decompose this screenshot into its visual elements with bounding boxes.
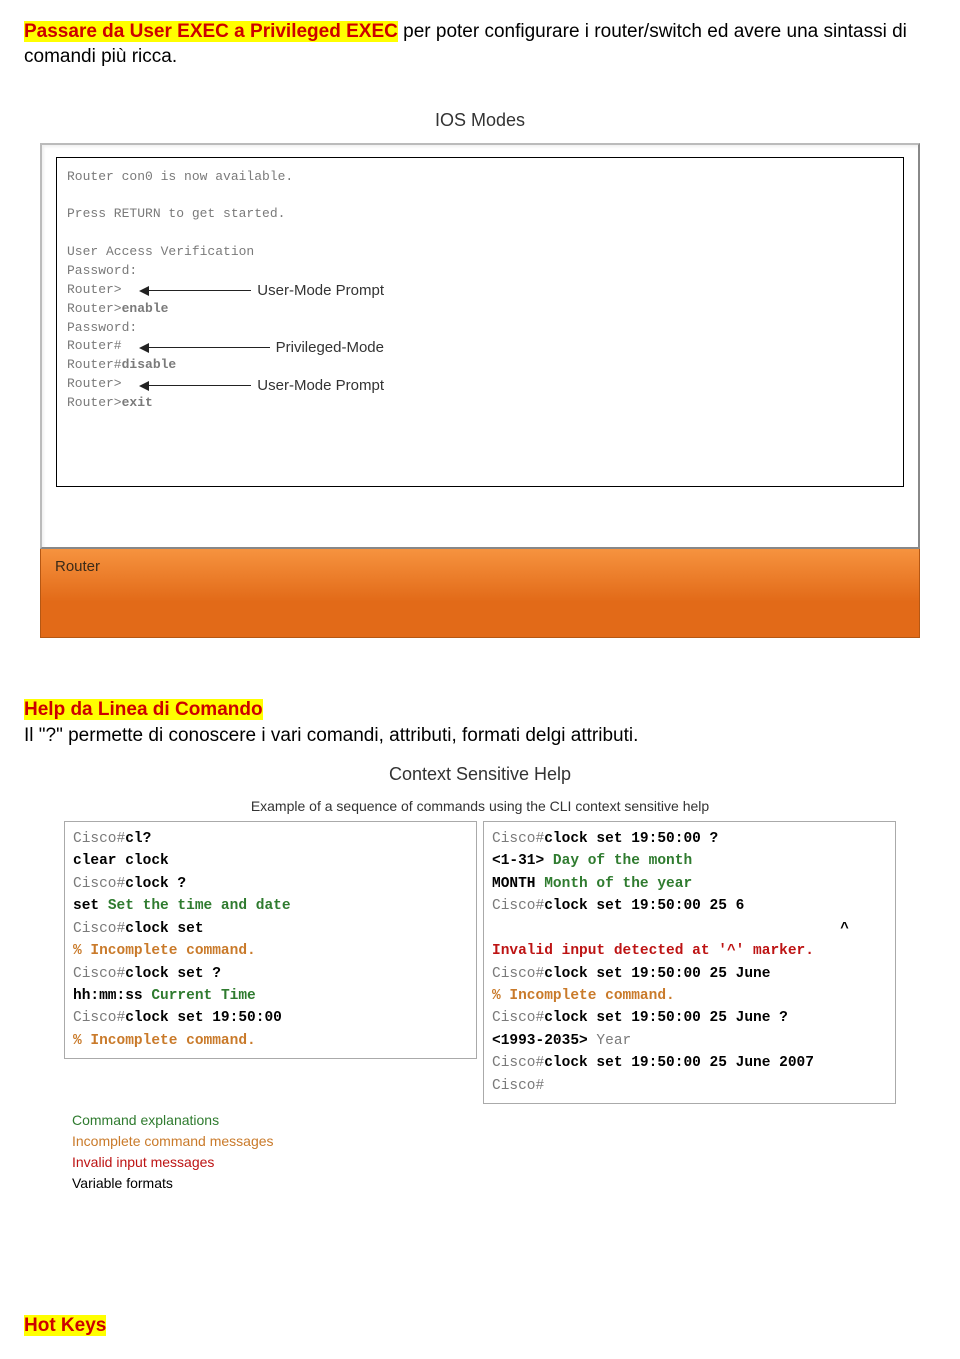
cli-prompt: Cisco# bbox=[73, 966, 125, 982]
cli-cmd: clock set 19:50:00 25 6 bbox=[544, 898, 744, 914]
arrow-usermode-2: User-Mode Prompt bbox=[139, 376, 384, 396]
legend-item: Command explanations bbox=[72, 1110, 936, 1131]
cli-box-left: Cisco#cl? clear clock Cisco#clock ? set … bbox=[64, 821, 477, 1060]
cli-cmd: clock ? bbox=[125, 876, 186, 892]
cli-cmd: clock set 19:50:00 bbox=[125, 1010, 282, 1026]
cli-prompt: Cisco# bbox=[492, 1055, 544, 1071]
cli-prompt: Cisco# bbox=[73, 921, 125, 937]
figure-ios-modes: IOS Modes Router con0 is now available. … bbox=[40, 109, 920, 637]
figure2-title: Context Sensitive Help bbox=[24, 763, 936, 786]
cli-prompt: Cisco# bbox=[492, 966, 544, 982]
cli-invalid: Invalid input detected at '^' marker. bbox=[492, 940, 889, 962]
legend-item: Invalid input messages bbox=[72, 1152, 936, 1173]
arrow-head-icon bbox=[139, 381, 149, 391]
cli-kw: set bbox=[73, 898, 108, 914]
arrow-usermode-1: User-Mode Prompt bbox=[139, 281, 384, 301]
cli-prompt: Cisco# bbox=[73, 1010, 125, 1026]
figure2-subtitle: Example of a sequence of commands using … bbox=[24, 797, 936, 815]
legend-item: Incomplete command messages bbox=[72, 1131, 936, 1152]
section-hotkeys: Hot Keys bbox=[24, 1314, 936, 1339]
hotkeys-heading: Hot Keys bbox=[24, 1315, 106, 1336]
cli-cmd: clock set 19:50:00 25 June ? bbox=[544, 1010, 788, 1026]
cli-prompt: Cisco# bbox=[73, 876, 125, 892]
cli-explain: Day of the month bbox=[553, 853, 692, 869]
cli-caret: ^ bbox=[492, 918, 889, 940]
legend: Command explanations Incomplete command … bbox=[72, 1110, 936, 1194]
cli-explain: Current Time bbox=[151, 988, 255, 1004]
cli-prompt: Cisco# bbox=[492, 1010, 544, 1026]
console-line: Press RETURN to get started. bbox=[67, 205, 893, 224]
intro-paragraph: Passare da User EXEC a Privileged EXEC p… bbox=[24, 20, 936, 69]
cli-cmd: clock set 19:50:00 25 June 2007 bbox=[544, 1055, 814, 1071]
section2-heading: Help da Linea di Comando bbox=[24, 698, 936, 723]
console-panel: Router con0 is now available. Press RETU… bbox=[40, 143, 920, 549]
router-tab-label: Router bbox=[55, 557, 100, 577]
cli-cmd: clock set 19:50:00 25 June bbox=[544, 966, 770, 982]
arrow-label: User-Mode Prompt bbox=[251, 376, 384, 396]
console-line: User Access Verification bbox=[67, 243, 893, 262]
console-line: Router#disable bbox=[67, 356, 893, 375]
cli-cmd: clock set bbox=[125, 921, 203, 937]
cli-explain: Month of the year bbox=[544, 876, 692, 892]
arrow-head-icon bbox=[139, 286, 149, 296]
router-tab-bar: Router bbox=[40, 549, 920, 638]
arrow-line-icon bbox=[149, 290, 251, 291]
console-line: Router>exit bbox=[67, 394, 893, 413]
section-help-cli: Help da Linea di Comando Il "?" permette… bbox=[24, 698, 936, 749]
arrow-line-icon bbox=[149, 347, 270, 348]
figure1-title: IOS Modes bbox=[40, 109, 920, 132]
cli-incomplete: % Incomplete command. bbox=[73, 1030, 470, 1052]
arrow-privileged: Privileged-Mode bbox=[139, 338, 384, 358]
intro-highlight: Passare da User EXEC a Privileged EXEC bbox=[24, 21, 398, 42]
arrow-label: User-Mode Prompt bbox=[251, 281, 384, 301]
arrow-label: Privileged-Mode bbox=[270, 338, 384, 358]
cli-incomplete: % Incomplete command. bbox=[492, 985, 889, 1007]
cli-box-right: Cisco#clock set 19:50:00 ? <1-31> Day of… bbox=[483, 821, 896, 1105]
legend-item: Variable formats bbox=[72, 1173, 936, 1194]
cli-prompt: Cisco# bbox=[492, 898, 544, 914]
cli-explain: Set the time and date bbox=[108, 898, 291, 914]
section2-para: Il "?" permette di conoscere i vari coma… bbox=[24, 724, 936, 749]
cli-kw: <1-31> bbox=[492, 853, 553, 869]
cli-kw: <1993-2035> bbox=[492, 1033, 596, 1049]
console-inner: Router con0 is now available. Press RETU… bbox=[56, 157, 904, 487]
console-line: Password: bbox=[67, 262, 893, 281]
console-line: Router con0 is now available. bbox=[67, 168, 893, 187]
cli-cmd: cl? bbox=[125, 831, 151, 847]
figure2-boxes: Cisco#cl? clear clock Cisco#clock ? set … bbox=[64, 821, 896, 1105]
cli-prompt: Cisco# bbox=[73, 831, 125, 847]
arrow-line-icon bbox=[149, 385, 251, 386]
cli-out: clear clock bbox=[73, 850, 470, 872]
console-line: Router>enable bbox=[67, 300, 893, 319]
cli-var: Year bbox=[596, 1033, 631, 1049]
cli-kw: hh:mm:ss bbox=[73, 988, 151, 1004]
console-line: Password: bbox=[67, 319, 893, 338]
cli-cmd: clock set 19:50:00 ? bbox=[544, 831, 718, 847]
cli-prompt: Cisco# bbox=[492, 831, 544, 847]
cli-kw: MONTH bbox=[492, 876, 544, 892]
cli-cmd: clock set ? bbox=[125, 966, 221, 982]
cli-incomplete: % Incomplete command. bbox=[73, 940, 470, 962]
cli-prompt: Cisco# bbox=[492, 1078, 544, 1094]
arrow-head-icon bbox=[139, 343, 149, 353]
